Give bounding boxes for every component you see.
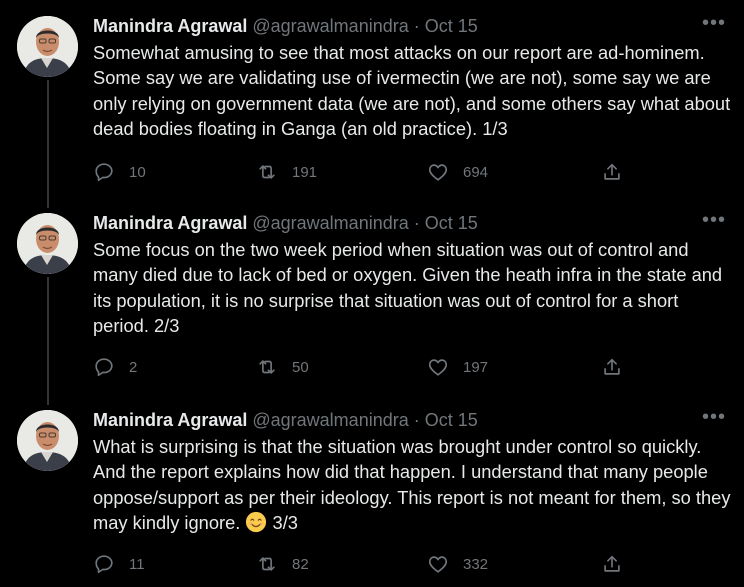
smiling-emoji-icon — [246, 511, 267, 532]
avatar[interactable] — [17, 16, 78, 77]
author-handle[interactable]: @agrawalmanindra — [252, 213, 408, 234]
share-icon — [604, 163, 620, 180]
reply-count: 2 — [129, 358, 138, 376]
tweet-actions: 2 50 197 — [93, 356, 633, 380]
tweet-text: Some focus on the two week period when s… — [93, 239, 723, 336]
avatar-image — [17, 213, 78, 274]
like-count: 332 — [463, 555, 489, 573]
tweet-actions: 11 82 332 — [93, 553, 633, 577]
tweet-text: What is surprising is that the situation… — [93, 434, 733, 535]
reply-count: 10 — [129, 163, 146, 181]
separator: · — [413, 409, 420, 430]
tweet-text: Somewhat amusing to see that most attack… — [93, 42, 731, 139]
tweet[interactable]: Manindra Agrawal @agrawalmanindra · Oct … — [0, 209, 744, 393]
avatar-image — [17, 410, 78, 471]
like-count: 694 — [463, 163, 489, 181]
reply-icon — [95, 163, 113, 182]
share-icon — [604, 555, 620, 572]
like-button[interactable]: 694 — [427, 161, 488, 183]
like-icon — [428, 556, 448, 573]
share-button[interactable] — [601, 161, 637, 183]
retweet-icon — [259, 557, 275, 571]
avatar-image — [17, 16, 78, 77]
author-handle[interactable]: @agrawalmanindra — [252, 410, 408, 431]
share-button[interactable] — [601, 356, 637, 378]
tweet-actions: 10 191 694 — [93, 161, 633, 185]
tweet-header: Manindra Agrawal @agrawalmanindra · Oct … — [93, 14, 478, 38]
avatar[interactable] — [17, 213, 78, 274]
reply-button[interactable]: 10 — [93, 161, 146, 183]
retweet-icon — [259, 360, 275, 374]
retweet-count: 191 — [292, 163, 318, 181]
more-options-icon[interactable]: ••• — [702, 12, 726, 35]
retweet-count: 50 — [292, 358, 309, 376]
separator: · — [413, 15, 420, 36]
avatar[interactable] — [17, 410, 78, 471]
tweet-date[interactable]: Oct 15 — [425, 410, 478, 431]
more-options-icon[interactable]: ••• — [702, 209, 726, 232]
tweet[interactable]: Manindra Agrawal @agrawalmanindra · Oct … — [0, 12, 744, 196]
like-count: 197 — [463, 358, 489, 376]
tweet-header: Manindra Agrawal @agrawalmanindra · Oct … — [93, 408, 478, 432]
like-icon — [428, 359, 448, 376]
thread-counter: 3/3 — [272, 511, 298, 533]
retweet-count: 82 — [292, 555, 309, 573]
reply-button[interactable]: 11 — [93, 553, 145, 575]
separator: · — [413, 212, 420, 233]
tweet-date[interactable]: Oct 15 — [425, 16, 478, 37]
retweet-button[interactable]: 191 — [256, 161, 317, 183]
reply-count: 11 — [129, 555, 145, 573]
author-handle[interactable]: @agrawalmanindra — [252, 16, 408, 37]
author-name[interactable]: Manindra Agrawal — [93, 213, 247, 234]
reply-icon — [95, 555, 113, 574]
retweet-button[interactable]: 50 — [256, 356, 309, 378]
reply-button[interactable]: 2 — [93, 356, 137, 378]
author-name[interactable]: Manindra Agrawal — [93, 410, 247, 431]
tweet-header: Manindra Agrawal @agrawalmanindra · Oct … — [93, 211, 478, 235]
like-icon — [428, 164, 448, 181]
tweet[interactable]: Manindra Agrawal @agrawalmanindra · Oct … — [0, 406, 744, 587]
reply-icon — [95, 358, 113, 377]
tweet-text-body: What is surprising is that the situation… — [93, 436, 731, 533]
share-button[interactable] — [601, 553, 637, 575]
retweet-button[interactable]: 82 — [256, 553, 309, 575]
more-options-icon[interactable]: ••• — [702, 406, 726, 429]
like-button[interactable]: 332 — [427, 553, 488, 575]
share-icon — [604, 358, 620, 375]
retweet-icon — [259, 165, 275, 179]
like-button[interactable]: 197 — [427, 356, 488, 378]
tweet-date[interactable]: Oct 15 — [425, 213, 478, 234]
author-name[interactable]: Manindra Agrawal — [93, 16, 247, 37]
